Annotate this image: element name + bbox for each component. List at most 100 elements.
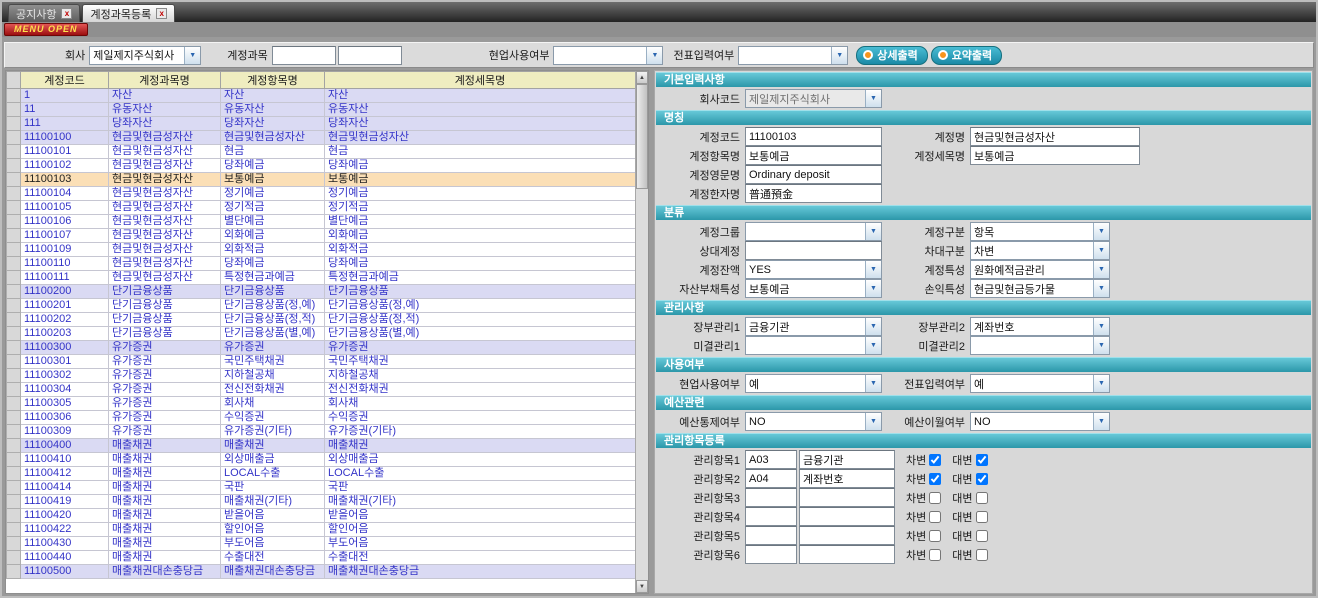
grid-cell[interactable]: 국민주택채권 [325, 355, 636, 369]
grid-cell[interactable]: 매출채권 [109, 551, 221, 565]
account-name-input[interactable] [970, 127, 1140, 146]
grid-cell[interactable]: 11100107 [21, 229, 109, 243]
grid-row[interactable]: 11유동자산유동자산유동자산 [7, 103, 636, 117]
mgmt-item-name-input[interactable] [799, 488, 895, 507]
grid-cell[interactable]: 유가증권 [325, 341, 636, 355]
grid-cell[interactable]: 매출채권 [109, 467, 221, 481]
mgmt-item-name-input[interactable] [799, 545, 895, 564]
pending2-select[interactable]: ▼ [970, 336, 1110, 355]
mgmt-item-code-input[interactable] [745, 450, 797, 469]
grid-cell[interactable]: 현금및현금성자산 [109, 243, 221, 257]
row-selector-cell[interactable] [7, 467, 21, 481]
grid-cell[interactable]: 11100301 [21, 355, 109, 369]
grid-cell[interactable]: 수출대전 [221, 551, 325, 565]
grid-cell[interactable]: 11100305 [21, 397, 109, 411]
grid-cell[interactable]: 11100306 [21, 411, 109, 425]
grid-row[interactable]: 11100430매출채권부도어음부도어음 [7, 537, 636, 551]
grid-cell[interactable]: 11100304 [21, 383, 109, 397]
grid-cell[interactable]: 유가증권 [221, 341, 325, 355]
grid-cell[interactable]: 외화적금 [325, 243, 636, 257]
grid-cell[interactable]: 11100106 [21, 215, 109, 229]
row-selector-cell[interactable] [7, 187, 21, 201]
grid-cell[interactable]: 국민주택채권 [221, 355, 325, 369]
grid-cell[interactable]: 유동자산 [325, 103, 636, 117]
grid-cell[interactable]: 특정현금과예금 [325, 271, 636, 285]
grid-row[interactable]: 1자산자산자산 [7, 89, 636, 103]
row-selector-cell[interactable] [7, 537, 21, 551]
scroll-up-icon[interactable]: ▲ [636, 71, 648, 84]
grid-row[interactable]: 11100440매출채권수출대전수출대전 [7, 551, 636, 565]
grid-cell[interactable]: 단기금융상품(정,예) [325, 299, 636, 313]
grid-cell[interactable]: 현금및현금성자산 [109, 187, 221, 201]
tab-account-registration[interactable]: 계정과목등록 x [82, 4, 175, 22]
grid-cell[interactable]: 11100300 [21, 341, 109, 355]
grid-cell[interactable]: 현금및현금성자산 [109, 271, 221, 285]
grid-row[interactable]: 11100305유가증권회사채회사채 [7, 397, 636, 411]
grid-row[interactable]: 11100306유가증권수익증권수익증권 [7, 411, 636, 425]
row-selector-cell[interactable] [7, 369, 21, 383]
debit-checkbox[interactable] [929, 492, 941, 504]
budget-control-select[interactable]: NO ▼ [745, 412, 882, 431]
mgmt-item-name-input[interactable] [799, 450, 895, 469]
grid-cell[interactable]: 단기금융상품 [109, 327, 221, 341]
grid-cell[interactable]: 현금및현금성자산 [109, 145, 221, 159]
grid-cell[interactable]: 1 [21, 89, 109, 103]
grid-cell[interactable]: 유가증권 [109, 411, 221, 425]
grid-cell[interactable]: LOCAL수출 [325, 467, 636, 481]
slip-input-search-select[interactable]: ▼ [738, 46, 848, 65]
row-selector-cell[interactable] [7, 257, 21, 271]
grid-cell[interactable]: 현금및현금성자산 [109, 159, 221, 173]
slip-input-select[interactable]: 예 ▼ [970, 374, 1110, 393]
grid-row[interactable]: 11100101현금및현금성자산현금현금 [7, 145, 636, 159]
grid-cell[interactable]: 국판 [325, 481, 636, 495]
account-group-select[interactable]: ▼ [745, 222, 882, 241]
grid-cell[interactable]: 할인어음 [325, 523, 636, 537]
row-selector-cell[interactable] [7, 425, 21, 439]
grid-cell[interactable]: 유가증권 [109, 383, 221, 397]
item-name-input[interactable] [745, 146, 882, 165]
grid-row[interactable]: 11100414매출채권국판국판 [7, 481, 636, 495]
eng-name-input[interactable] [745, 165, 882, 184]
grid-row[interactable]: 11100110현금및현금성자산당좌예금당좌예금 [7, 257, 636, 271]
row-selector-cell[interactable] [7, 313, 21, 327]
debit-checkbox[interactable] [929, 549, 941, 561]
mgmt-item-name-input[interactable] [799, 526, 895, 545]
account-code-input[interactable] [745, 127, 882, 146]
grid-cell[interactable]: 11100410 [21, 453, 109, 467]
row-selector-cell[interactable] [7, 565, 21, 579]
grid-cell[interactable]: 보통예금 [221, 173, 325, 187]
grid-cell[interactable]: 자산 [109, 89, 221, 103]
account-name-search-input[interactable] [338, 46, 402, 65]
grid-cell[interactable]: 현금및현금성자산 [325, 131, 636, 145]
row-selector-cell[interactable] [7, 327, 21, 341]
biz-use-select[interactable]: 예 ▼ [745, 374, 882, 393]
grid-cell[interactable]: 당좌예금 [221, 257, 325, 271]
grid-cell[interactable]: 보통예금 [325, 173, 636, 187]
account-code-search-input[interactable] [272, 46, 336, 65]
grid-cell[interactable]: 매출채권 [109, 453, 221, 467]
debit-checkbox[interactable] [929, 530, 941, 542]
grid-cell[interactable]: 특정현금과예금 [221, 271, 325, 285]
grid-cell[interactable]: 외화적금 [221, 243, 325, 257]
grid-cell[interactable]: 11100440 [21, 551, 109, 565]
grid-cell[interactable]: 유가증권(기타) [221, 425, 325, 439]
grid-cell[interactable]: 단기금융상품(별,예) [221, 327, 325, 341]
row-selector-cell[interactable] [7, 201, 21, 215]
grid-cell[interactable]: 11100500 [21, 565, 109, 579]
grid-cell[interactable]: 단기금융상품(정,예) [221, 299, 325, 313]
grid-cell[interactable]: 11100203 [21, 327, 109, 341]
grid-scrollbar[interactable]: ▲ ▼ [635, 71, 648, 593]
grid-row[interactable]: 11100422매출채권할인어음할인어음 [7, 523, 636, 537]
grid-cell[interactable]: 매출채권 [325, 439, 636, 453]
grid-cell[interactable]: 유동자산 [109, 103, 221, 117]
grid-cell[interactable]: 11100105 [21, 201, 109, 215]
row-selector-cell[interactable] [7, 411, 21, 425]
row-selector-cell[interactable] [7, 551, 21, 565]
credit-checkbox[interactable] [976, 511, 988, 523]
row-selector-cell[interactable] [7, 173, 21, 187]
row-selector-cell[interactable] [7, 89, 21, 103]
grid-row[interactable]: 11100202단기금융상품단기금융상품(정,적)단기금융상품(정,적) [7, 313, 636, 327]
grid-cell[interactable]: 11100420 [21, 509, 109, 523]
grid-row[interactable]: 111당좌자산당좌자산당좌자산 [7, 117, 636, 131]
grid-cell[interactable]: 부도어음 [221, 537, 325, 551]
